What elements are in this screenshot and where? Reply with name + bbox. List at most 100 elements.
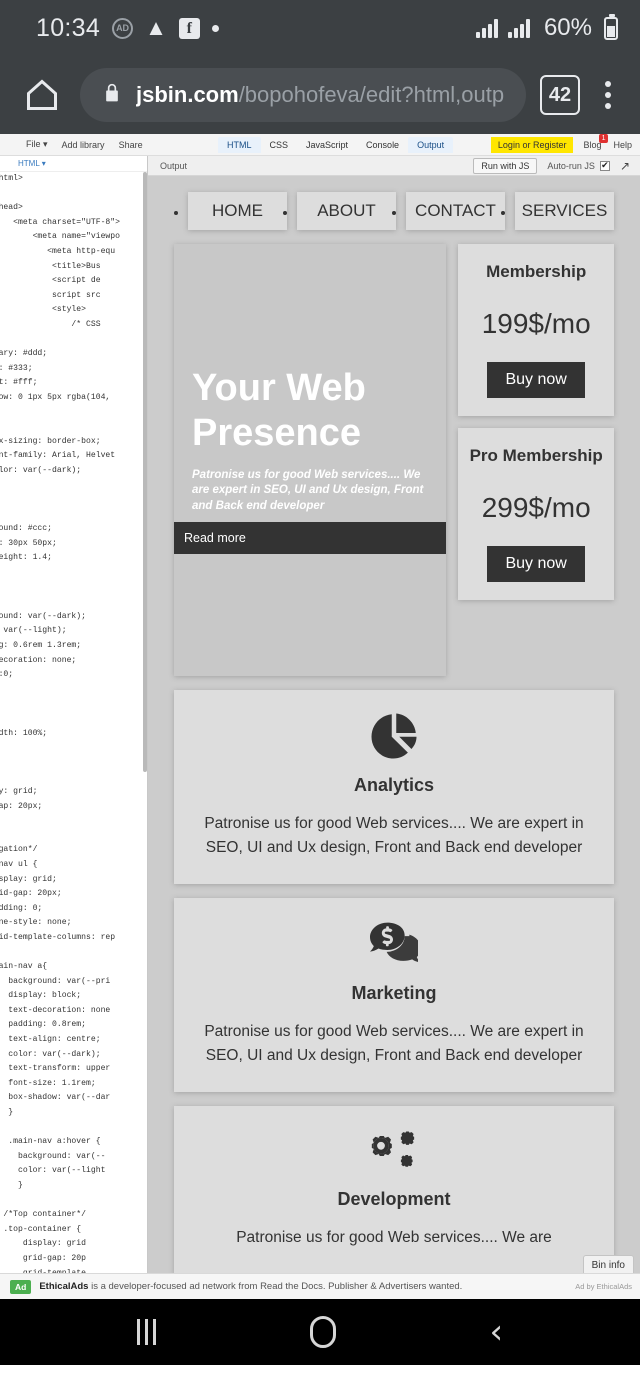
url-text: jsbin.com/bopohofeva/edit?html,outpu (136, 82, 504, 108)
site-main-nav: HOME ABOUT CONTACT SERVICES (174, 192, 614, 230)
membership-price: 199$/mo (481, 308, 591, 339)
help-link[interactable]: Help (613, 140, 632, 150)
pro-membership-buy-button[interactable]: Buy now (487, 546, 585, 582)
nav-link-services[interactable]: SERVICES (515, 192, 614, 230)
output-panel: Output Run with JS Auto-run JS ✔ ↗ HOME … (148, 156, 640, 1273)
run-with-js-button[interactable]: Run with JS (473, 157, 538, 174)
popout-arrow-icon[interactable]: ↗ (620, 159, 630, 173)
ad-banner[interactable]: Ad EthicalAds is a developer-focused ad … (0, 1273, 640, 1299)
jsbin-toolbar: File ▾ Add library Share HTML CSS JavaSc… (0, 133, 640, 156)
feature-box-analytics: Analytics Patronise us for good Web serv… (174, 690, 614, 885)
battery-percent: 60% (543, 14, 592, 41)
jsbin-menu-group: File ▾ Add library Share (0, 139, 143, 150)
status-right-group: 60% (475, 13, 618, 42)
status-clock: 10:34 (36, 13, 101, 42)
jsbin-workspace: HTML ▾ PE html> ml> <head> <meta charset… (0, 156, 640, 1273)
login-register-button[interactable]: Login or Register (490, 136, 574, 153)
feature-text-development: Patronise us for good Web services.... W… (236, 1229, 552, 1247)
auto-run-js-label: Auto-run JS (547, 160, 595, 171)
tab-output[interactable]: Output (408, 136, 454, 153)
feature-text-analytics: Patronise us for good Web services.... W… (204, 815, 584, 857)
auto-run-js-toggle[interactable]: Auto-run JS ✔ (547, 160, 610, 171)
battery-icon (604, 13, 618, 40)
signal-bars-sim2-icon (507, 18, 530, 38)
pro-membership-card: Pro Membership 299$/mo Buy now (458, 428, 614, 600)
rendered-output: HOME ABOUT CONTACT SERVICES Your Web Pre… (148, 176, 640, 1273)
app-badge-icon: AD (112, 17, 134, 39)
nav-link-home[interactable]: HOME (188, 192, 287, 230)
top-container: Your Web Presence Patronise us for good … (174, 244, 614, 676)
feature-title-marketing: Marketing (351, 983, 437, 1004)
nav-link-about[interactable]: ABOUT (297, 192, 396, 230)
pro-membership-price: 299$/mo (481, 492, 591, 523)
nav-item-about: ABOUT (297, 192, 396, 230)
android-nav-bar: ‹ (0, 1299, 640, 1365)
recents-icon[interactable] (136, 1319, 156, 1345)
tab-console[interactable]: Console (357, 137, 408, 153)
ad-badge: Ad (10, 1279, 32, 1294)
home-icon[interactable] (18, 77, 66, 113)
nav-item-services: SERVICES (515, 192, 614, 230)
feature-box-marketing: Marketing Patronise us for good Web serv… (174, 898, 614, 1093)
read-more-button[interactable]: Read more (174, 522, 447, 555)
cogs-icon (198, 1128, 590, 1179)
auto-run-js-checkbox[interactable]: ✔ (599, 160, 610, 171)
tab-javascript[interactable]: JavaScript (297, 137, 357, 153)
jsbin-account-group: Login or Register Blog 1 Help (490, 133, 632, 153)
menu-share[interactable]: Share (119, 140, 143, 150)
signal-bars-sim1-icon (475, 18, 498, 38)
output-panel-label: Output (160, 160, 188, 171)
pricing-column: Membership 199$/mo Buy now Pro Membershi… (458, 244, 614, 676)
url-domain: jsbin.com (136, 82, 239, 107)
blog-badge: 1 (598, 133, 609, 143)
url-path: /bopohofeva/edit?html,outpu (238, 82, 504, 107)
membership-buy-button[interactable]: Buy now (487, 362, 585, 398)
feature-boxes: Analytics Patronise us for good Web serv… (174, 690, 614, 1273)
ad-brand: EthicalAds (39, 1281, 89, 1292)
showcase-heading: Your Web Presence (192, 366, 366, 454)
kebab-menu-icon[interactable] (594, 81, 622, 109)
pro-membership-title: Pro Membership (469, 446, 603, 465)
comments-dollar-icon (198, 920, 590, 973)
feature-box-development: Development Patronise us for good Web se… (174, 1106, 614, 1273)
dot-icon (211, 24, 219, 32)
feature-title-analytics: Analytics (353, 775, 435, 795)
showcase-hero: Your Web Presence Patronise us for good … (174, 244, 447, 676)
feature-title-development: Development (337, 1189, 451, 1210)
feature-text-marketing: Patronise us for good Web services.... W… (204, 1023, 584, 1065)
editor-code[interactable]: PE html> ml> <head> <meta charset="UTF-8… (0, 172, 147, 1273)
home-circle-icon[interactable] (309, 1316, 336, 1348)
lock-icon (102, 81, 122, 110)
nav-link-contact[interactable]: CONTACT (406, 192, 505, 230)
ad-body: is a developer-focused ad network from R… (88, 1281, 463, 1292)
bin-info-button[interactable]: Bin info (582, 1255, 634, 1273)
status-left-group: 10:34 AD ▲ f (36, 14, 219, 43)
jsbin-panel-tabs: HTML CSS JavaScript Console Output (218, 136, 454, 153)
android-status-bar: 10:34 AD ▲ f 60% (0, 0, 640, 56)
membership-card: Membership 199$/mo Buy now (458, 244, 614, 416)
ad-attribution: Ad by EthicalAds (575, 1282, 632, 1291)
tab-css[interactable]: CSS (261, 137, 298, 153)
tab-html[interactable]: HTML (218, 136, 261, 153)
showcase-tagline: Patronise us for good Web services.... W… (192, 468, 424, 512)
tab-count-button[interactable]: 42 (540, 75, 580, 115)
nav-item-home: HOME (188, 192, 287, 230)
nav-item-contact: CONTACT (406, 192, 505, 230)
membership-title: Membership (486, 262, 587, 281)
editor-scrollbar[interactable] (143, 172, 147, 772)
facebook-icon: f (178, 17, 200, 39)
phone-screen: 10:34 AD ▲ f 60% jsbin.com/bopohofeva/ed… (0, 0, 640, 1387)
ad-text[interactable]: EthicalAds is a developer-focused ad net… (39, 1281, 567, 1292)
menu-add-library[interactable]: Add library (62, 140, 105, 150)
browser-toolbar: jsbin.com/bopohofeva/edit?html,outpu 42 (0, 56, 640, 134)
pie-chart-icon (198, 712, 590, 765)
menu-file[interactable]: File ▾ (26, 139, 48, 150)
warning-icon: ▲ (145, 15, 167, 40)
url-bar[interactable]: jsbin.com/bopohofeva/edit?html,outpu (80, 68, 526, 122)
code-editor-panel[interactable]: HTML ▾ PE html> ml> <head> <meta charset… (0, 156, 148, 1273)
output-panel-header: Output Run with JS Auto-run JS ✔ ↗ (148, 156, 640, 176)
editor-panel-label[interactable]: HTML ▾ (0, 156, 147, 172)
blog-link[interactable]: Blog 1 (583, 133, 609, 150)
back-chevron-icon[interactable]: ‹ (489, 1315, 503, 1349)
nav-list: HOME ABOUT CONTACT SERVICES (174, 192, 614, 230)
